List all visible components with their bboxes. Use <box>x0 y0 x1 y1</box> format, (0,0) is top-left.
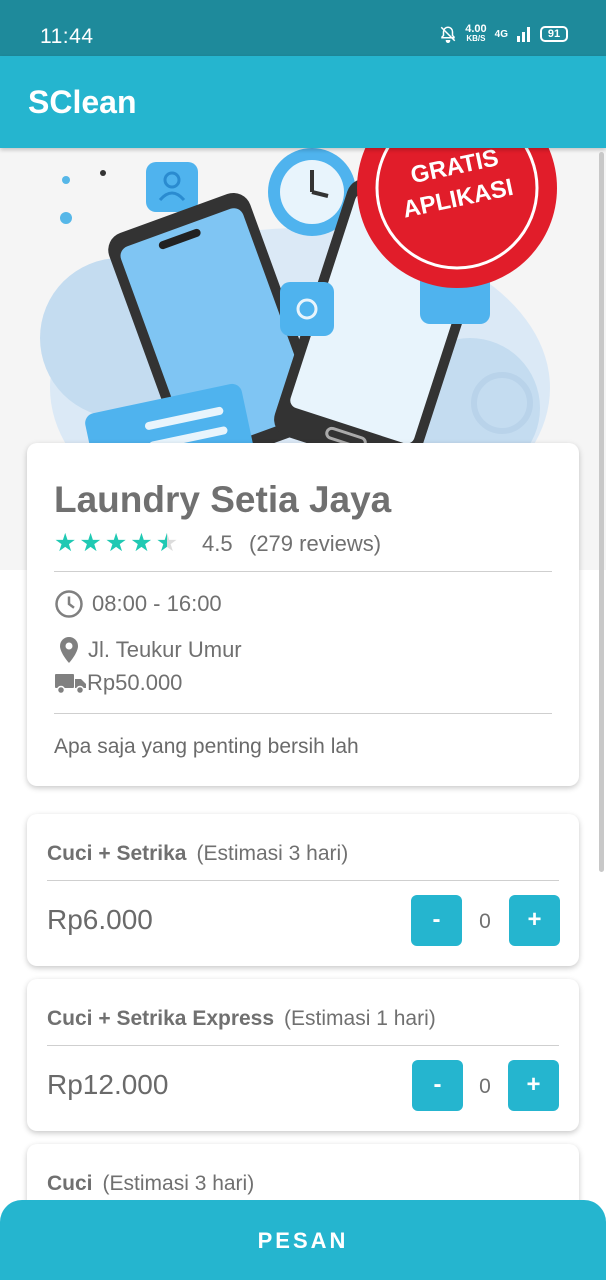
order-button[interactable]: PESAN <box>0 1200 606 1280</box>
truck-icon <box>55 674 86 695</box>
divider <box>54 713 552 714</box>
service-price: Rp12.000 <box>47 1069 169 1100</box>
increase-button[interactable]: + <box>509 895 560 946</box>
star-half-icon: ★ <box>155 529 179 557</box>
service-name: Cuci + Setrika <box>47 842 187 865</box>
service-title: Cuci + Setrika (Estimasi 3 hari) <box>47 842 348 866</box>
service-estimate: (Estimasi 1 hari) <box>284 1007 436 1030</box>
divider <box>47 880 559 881</box>
order-button-label: PESAN <box>257 1228 349 1253</box>
service-estimate: (Estimasi 3 hari) <box>196 842 349 865</box>
laundry-name: Laundry Setia Jaya <box>54 479 392 520</box>
location-pin-icon <box>60 637 78 663</box>
status-icons: 4.00 KB/S 4G 91 <box>439 24 568 44</box>
decrease-button[interactable]: - <box>412 1060 463 1111</box>
clock-icon <box>55 590 83 618</box>
service-title: Cuci + Setrika Express (Estimasi 1 hari) <box>47 1007 436 1031</box>
star-icon: ★ <box>54 529 77 557</box>
app-title: SClean <box>28 84 137 120</box>
star-icon: ★ <box>130 529 153 557</box>
service-card: Cuci + Setrika (Estimasi 3 hari) Rp6.000 … <box>27 814 579 966</box>
status-bar: 11:44 4.00 KB/S 4G 91 <box>0 0 606 56</box>
battery-indicator: 91 <box>540 26 568 42</box>
quantity-value: 0 <box>479 1075 491 1098</box>
laundry-info-card: Laundry Setia Jaya ★ ★ ★ ★ ★ 4.5 (279 re… <box>27 443 579 786</box>
quantity-value: 0 <box>479 910 491 933</box>
increase-button[interactable]: + <box>508 1060 559 1111</box>
service-title: Cuci (Estimasi 3 hari) <box>47 1172 254 1196</box>
service-price: Rp6.000 <box>47 904 153 935</box>
signal-icon <box>517 27 530 42</box>
star-icon: ★ <box>104 529 128 557</box>
rating-stars: ★ ★ ★ ★ ★ <box>54 529 178 557</box>
network-type: 4G <box>494 28 508 40</box>
divider <box>47 1045 559 1046</box>
app-screen: 11:44 4.00 KB/S 4G 91 SClean GRATIS APLI… <box>0 0 606 1280</box>
divider <box>54 571 552 572</box>
app-bar: SClean <box>0 56 606 148</box>
decrease-button[interactable]: - <box>411 895 462 946</box>
service-estimate: (Estimasi 3 hari) <box>102 1172 255 1195</box>
review-count: (279 reviews) <box>249 531 382 556</box>
status-time: 11:44 <box>40 25 94 48</box>
service-name: Cuci + Setrika Express <box>47 1007 275 1030</box>
opening-hours: 08:00 - 16:00 <box>54 589 222 619</box>
scrollbar[interactable] <box>599 152 604 872</box>
network-speed: 4.00 KB/S <box>465 23 487 44</box>
star-icon: ★ <box>79 529 102 557</box>
service-name: Cuci <box>47 1172 93 1195</box>
address: Jl. Teukur Umur <box>57 636 242 664</box>
notifications-off-icon <box>440 26 456 43</box>
service-card: Cuci + Setrika Express (Estimasi 1 hari) … <box>27 979 579 1131</box>
laundry-description: Apa saja yang penting bersih lah <box>54 735 359 758</box>
rating-value: 4.5 <box>202 531 233 556</box>
delivery-fee: Rp50.000 <box>54 670 182 696</box>
